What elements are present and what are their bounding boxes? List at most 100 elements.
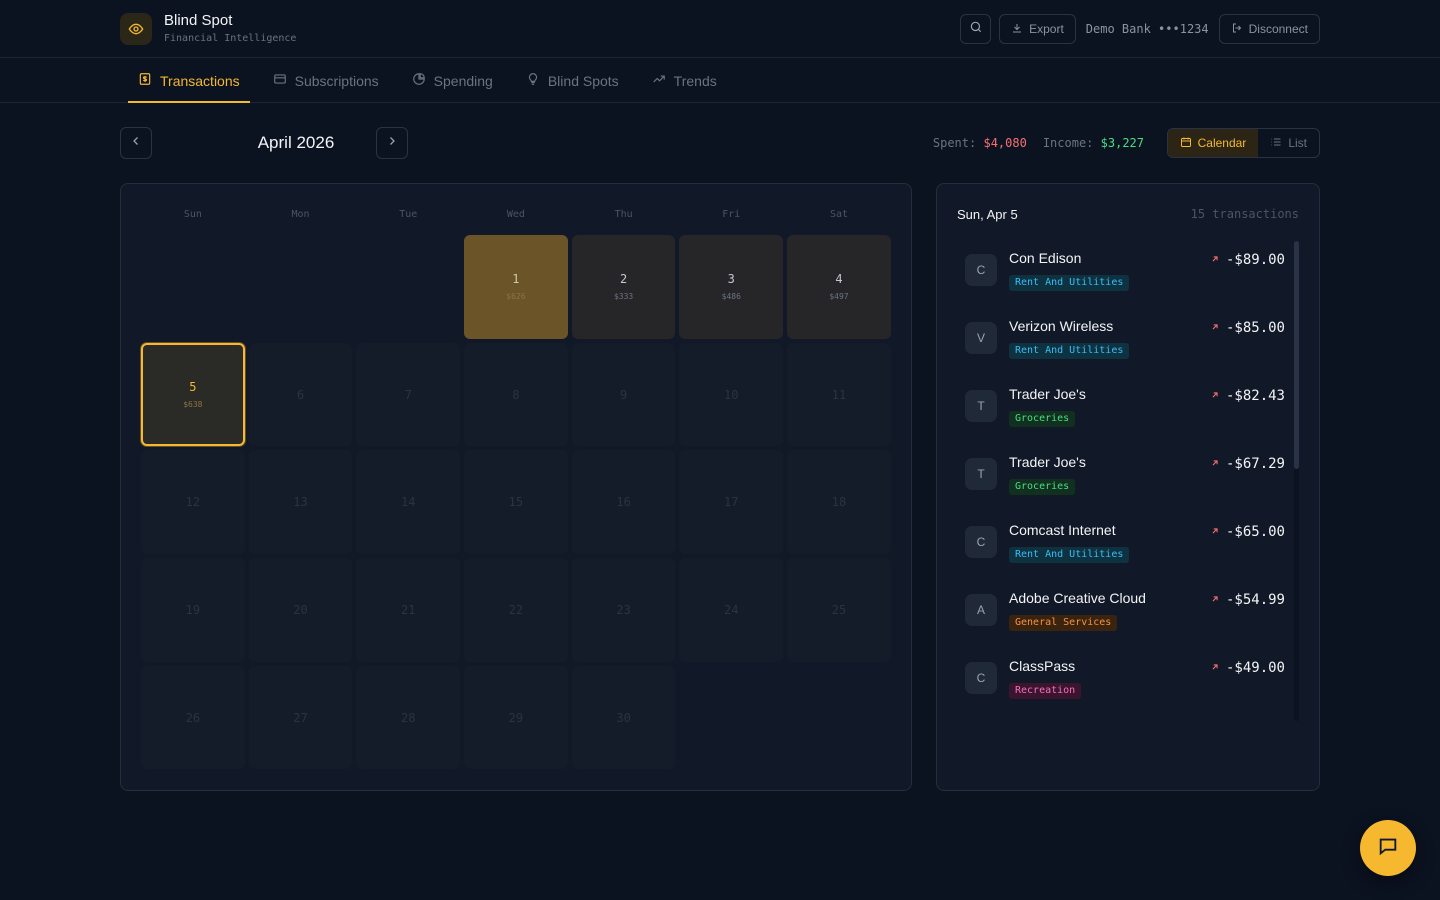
calendar-day-12[interactable]: 12 bbox=[141, 450, 245, 555]
transaction-count: 15 transactions bbox=[1190, 207, 1299, 221]
trend-icon bbox=[652, 72, 666, 89]
day-number: 24 bbox=[724, 602, 739, 617]
list-view-button[interactable]: List bbox=[1258, 129, 1319, 157]
calendar-view-button[interactable]: Calendar bbox=[1167, 129, 1259, 157]
calendar-day-16[interactable]: 16 bbox=[571, 450, 676, 555]
calendar-day-26[interactable]: 26 bbox=[141, 665, 245, 770]
pie-icon bbox=[412, 72, 426, 89]
calendar-panel: Sun Mon Tue Wed Thu Fri Sat 1 $626 2 $333 3 $486 4 $4… bbox=[120, 183, 912, 791]
calendar-day-24[interactable]: 24 bbox=[679, 558, 784, 662]
calendar-day-6[interactable]: 6 bbox=[248, 342, 353, 447]
calendar-day-15[interactable]: 15 bbox=[464, 450, 568, 555]
day-number: 14 bbox=[400, 495, 416, 510]
tab-blind-spots[interactable]: Blind Spots bbox=[516, 58, 629, 103]
calendar-empty-cell bbox=[141, 235, 245, 339]
calendar-day-8[interactable]: 8 bbox=[464, 342, 568, 447]
calendar-day-22[interactable]: 22 bbox=[464, 558, 568, 662]
income-label: Income: bbox=[1042, 136, 1094, 150]
month-label: April 2026 bbox=[257, 133, 335, 152]
category-badge: Rent And Utilities bbox=[1009, 343, 1130, 359]
transaction-row[interactable]: V Verizon Wireless Rent And Utilities -$85.… bbox=[965, 314, 1285, 382]
merchant-name: Trader Joe's bbox=[1009, 386, 1086, 402]
merchant-name: Comcast Internet bbox=[1009, 522, 1116, 538]
calendar-day-27[interactable]: 27 bbox=[248, 665, 353, 770]
calendar-day-17[interactable]: 17 bbox=[679, 450, 784, 555]
tab-trends[interactable]: Trends bbox=[642, 58, 727, 103]
spent-label: Spent: bbox=[932, 136, 977, 150]
calendar-day-3[interactable]: 3 $486 bbox=[679, 235, 784, 339]
day-number: 22 bbox=[508, 602, 524, 617]
transaction-row[interactable]: T Trader Joe's Groceries -$67.29 bbox=[965, 450, 1285, 518]
transaction-row[interactable]: C Con Edison Rent And Utilities -$89.00 bbox=[965, 246, 1285, 314]
calendar-day-13[interactable]: 13 bbox=[248, 450, 353, 555]
calendar-day-9[interactable]: 9 bbox=[571, 342, 676, 447]
calendar-day-19[interactable]: 19 bbox=[141, 558, 245, 662]
calendar-day-29[interactable]: 29 bbox=[464, 665, 568, 770]
calendar-day-5[interactable]: 5 $638 bbox=[141, 342, 245, 447]
calendar-day-18[interactable]: 18 bbox=[787, 450, 891, 555]
arrow-up-right-icon bbox=[1210, 592, 1220, 608]
transaction-amount: -$89.00 bbox=[1210, 252, 1285, 268]
transaction-row[interactable]: A Adobe Creative Cloud General Services -$5… bbox=[965, 586, 1285, 654]
selected-date: Sun, Apr 5 bbox=[957, 207, 1018, 222]
brand-title: Blind Spot bbox=[164, 12, 233, 29]
calendar-day-10[interactable]: 10 bbox=[679, 342, 784, 447]
calendar-day-2[interactable]: 2 $333 bbox=[571, 235, 676, 339]
transaction-row[interactable]: T Trader Joe's Groceries -$82.43 bbox=[965, 382, 1285, 450]
scrollbar[interactable] bbox=[1294, 241, 1299, 721]
day-number: 17 bbox=[724, 495, 739, 510]
chat-button[interactable] bbox=[1360, 820, 1416, 876]
calendar-day-1[interactable]: 1 $626 bbox=[464, 235, 568, 339]
calendar-day-21[interactable]: 21 bbox=[356, 558, 461, 662]
day-number: 27 bbox=[293, 710, 308, 725]
arrow-up-right-icon bbox=[1210, 388, 1220, 404]
weekday-label: Mon bbox=[291, 209, 310, 220]
calendar-day-7[interactable]: 7 bbox=[356, 342, 461, 447]
tab-transactions[interactable]: Transactions bbox=[128, 58, 250, 103]
category-badge: Recreation bbox=[1009, 683, 1082, 699]
disconnect-button[interactable]: Disconnect bbox=[1218, 14, 1320, 44]
export-button[interactable]: Export bbox=[999, 14, 1076, 44]
calendar-day-23[interactable]: 23 bbox=[571, 558, 676, 662]
day-number: 2 bbox=[619, 272, 628, 287]
search-button[interactable] bbox=[960, 14, 992, 44]
disconnect-label: Disconnect bbox=[1248, 22, 1308, 36]
transaction-amount: -$85.00 bbox=[1210, 320, 1285, 336]
day-amount: $497 bbox=[829, 292, 849, 302]
merchant-name: ClassPass bbox=[1009, 658, 1076, 674]
day-number: 23 bbox=[616, 602, 631, 617]
scrollbar-thumb[interactable] bbox=[1294, 241, 1299, 469]
amount-value: -$54.99 bbox=[1225, 592, 1285, 608]
list-view-label: List bbox=[1288, 136, 1307, 150]
tab-subscriptions[interactable]: Subscriptions bbox=[263, 58, 389, 103]
previous-month-button[interactable] bbox=[120, 127, 152, 159]
day-number: 19 bbox=[185, 602, 201, 617]
weekday-label: Wed bbox=[506, 209, 525, 220]
tab-label: Subscriptions bbox=[294, 72, 379, 89]
calendar-day-4[interactable]: 4 $497 bbox=[787, 235, 891, 339]
transaction-amount: -$82.43 bbox=[1210, 388, 1285, 404]
amount-value: -$65.00 bbox=[1225, 524, 1285, 540]
transaction-row[interactable]: C Comcast Internet Rent And Utilities -$65.… bbox=[965, 518, 1285, 586]
brand[interactable]: Blind Spot Financial Intelligence bbox=[120, 12, 296, 46]
day-number: 4 bbox=[835, 272, 843, 287]
spent-value: $4,080 bbox=[983, 136, 1027, 150]
calendar-day-28[interactable]: 28 bbox=[356, 665, 461, 770]
chevron-right-icon bbox=[386, 134, 398, 152]
merchant-avatar: C bbox=[965, 254, 997, 286]
calendar-day-11[interactable]: 11 bbox=[787, 342, 891, 447]
next-month-button[interactable] bbox=[376, 127, 408, 159]
merchant-name: Verizon Wireless bbox=[1009, 318, 1114, 334]
calendar-day-30[interactable]: 30 bbox=[571, 665, 676, 770]
calendar-day-14[interactable]: 14 bbox=[356, 450, 461, 555]
calendar-day-20[interactable]: 20 bbox=[248, 558, 353, 662]
calendar-day-25[interactable]: 25 bbox=[787, 558, 891, 662]
day-number: 11 bbox=[831, 387, 847, 402]
day-number: 7 bbox=[404, 387, 412, 402]
bulb-icon bbox=[526, 72, 540, 89]
arrow-up-right-icon bbox=[1210, 524, 1220, 540]
tab-spending[interactable]: Spending bbox=[402, 58, 503, 103]
arrow-up-right-icon bbox=[1210, 456, 1220, 472]
day-number: 21 bbox=[400, 602, 416, 617]
transaction-row[interactable]: C ClassPass Recreation -$49.00 bbox=[965, 654, 1285, 722]
